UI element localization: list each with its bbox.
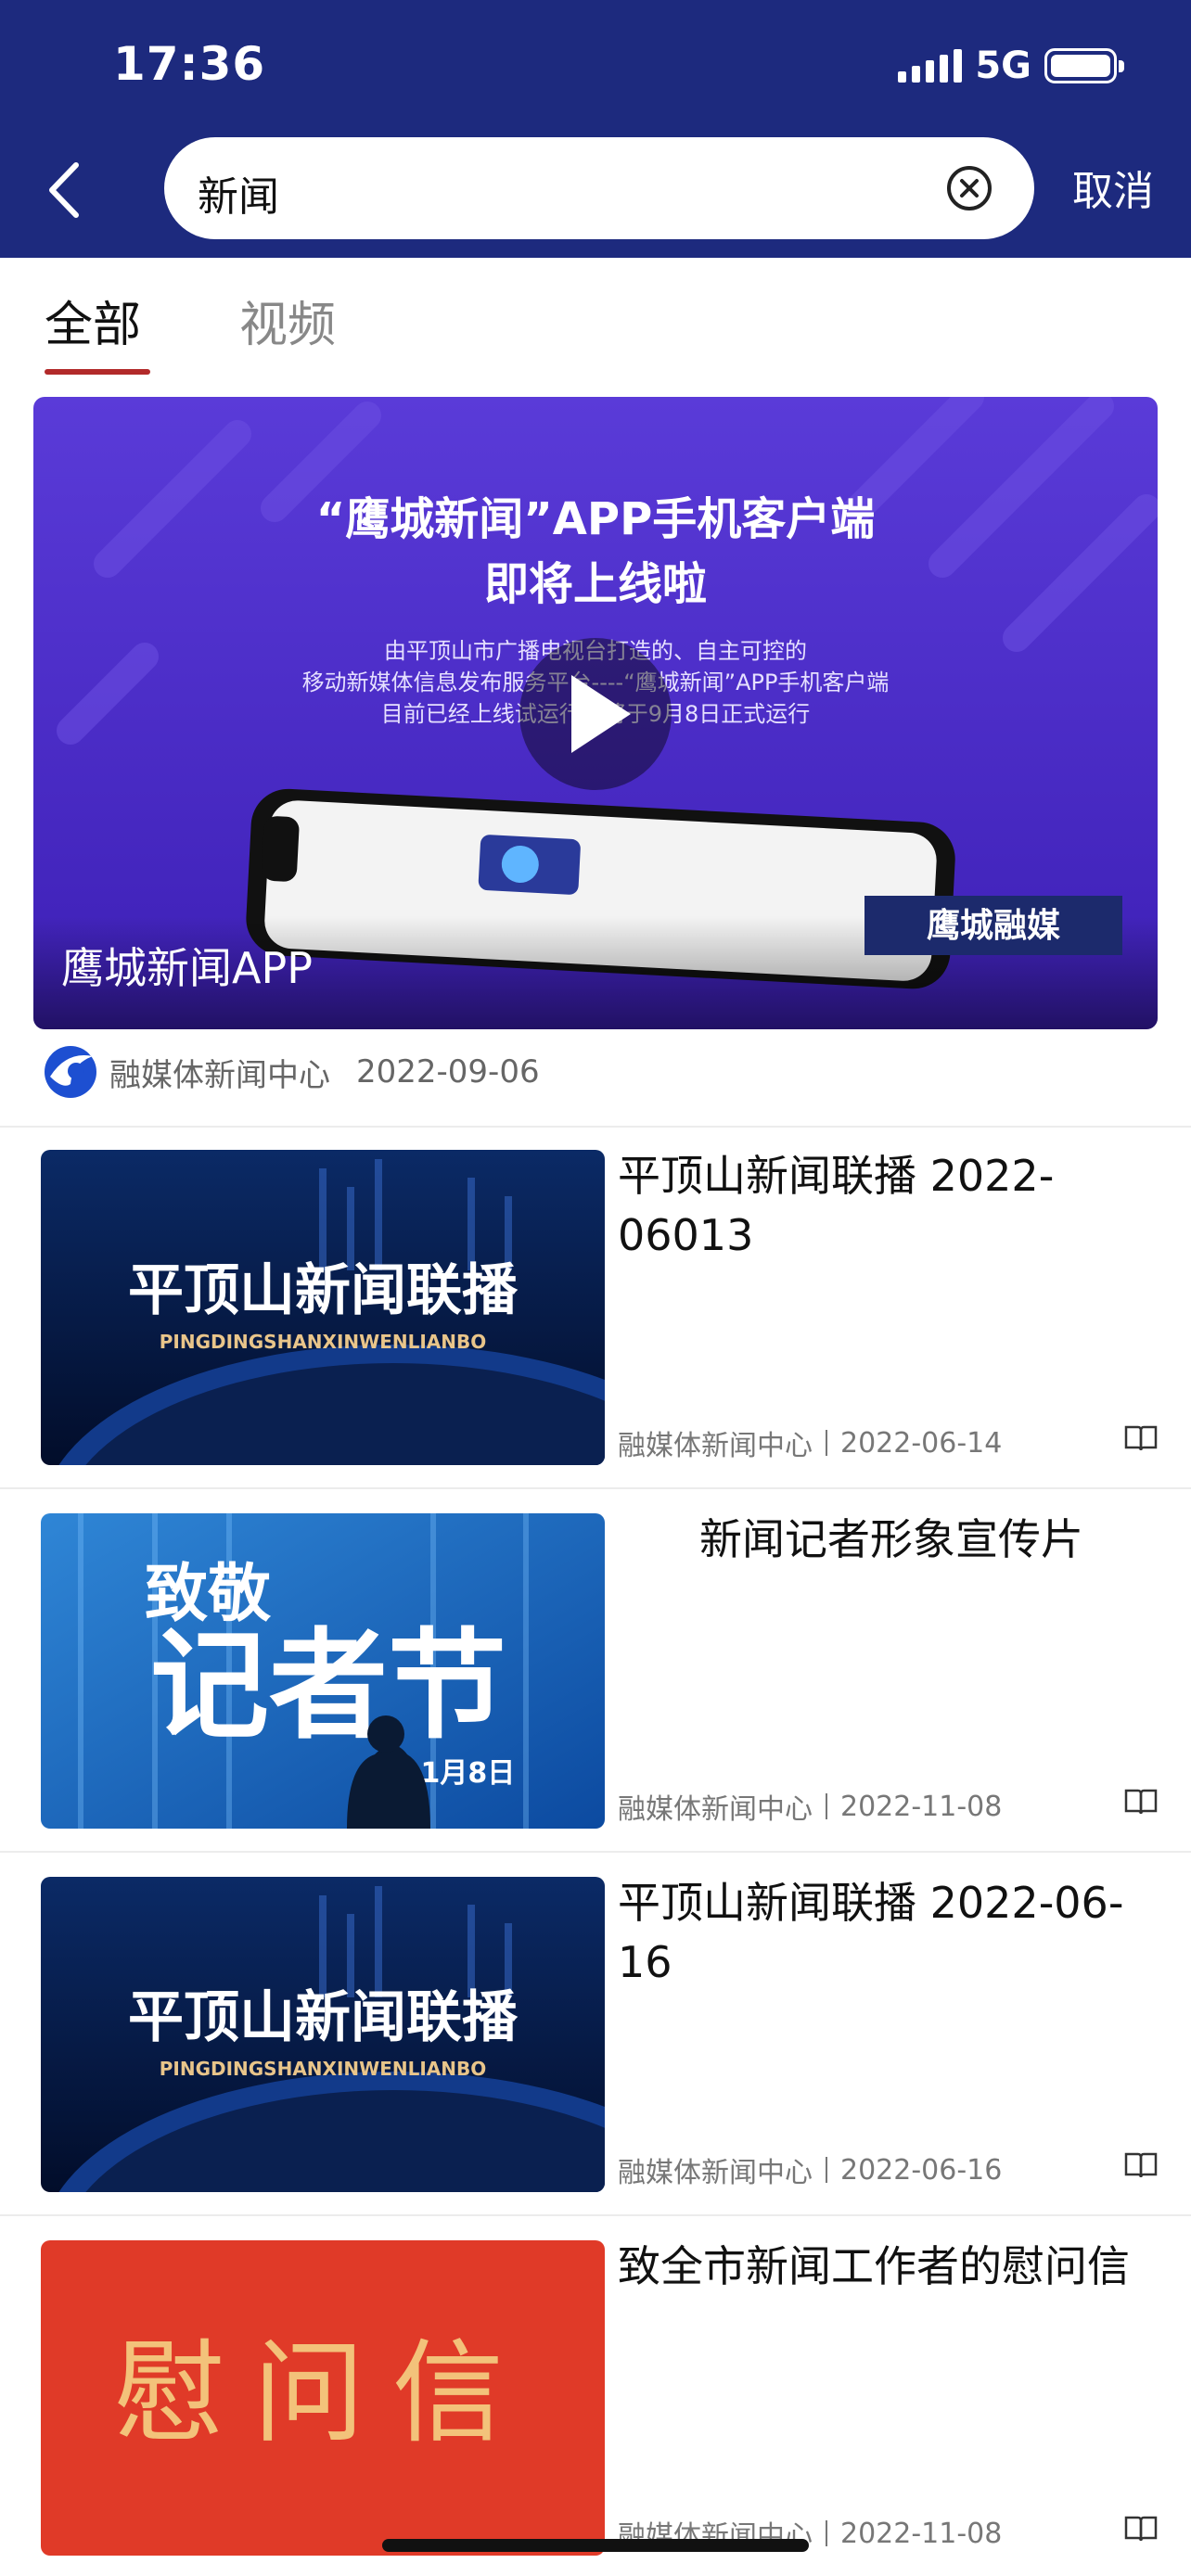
item-meta: 融媒体新闻中心 2022-06-14 — [618, 1422, 1002, 1463]
thumb-title: 平顶山新闻联播 — [128, 1258, 519, 1323]
status-indicators: 5G — [898, 45, 1124, 87]
featured-source: 融媒体新闻中心 — [109, 1056, 330, 1094]
book-icon[interactable] — [1124, 1788, 1158, 1816]
list-item[interactable]: 致敬 记者节 11月8日 新闻记者形象宣传片 融媒体新闻中心 2022-11-08 — [0, 1489, 1191, 1851]
item-thumbnail[interactable]: 慰问信 — [41, 2240, 605, 2556]
item-date: 2022-06-16 — [840, 2153, 1003, 2187]
tab-bar: 全部 视频 — [0, 258, 1191, 388]
item-date: 2022-06-14 — [840, 1426, 1003, 1460]
item-date: 2022-11-08 — [840, 1790, 1003, 1823]
item-meta: 融媒体新闻中心 2022-11-08 — [618, 1786, 1002, 1827]
list-item[interactable]: 慰问信 致全市新闻工作者的慰问信 融媒体新闻中心 2022-11-08 — [0, 2216, 1191, 2576]
item-thumbnail[interactable]: 平顶山新闻联播 PINGDINGSHANXINWENLIANBO — [41, 1877, 605, 2192]
book-icon[interactable] — [1124, 2515, 1158, 2543]
featured-video-meta: 融媒体新闻中心 2022-09-06 — [39, 1042, 540, 1102]
poster-headline-2: 即将上线啦 — [484, 558, 707, 610]
top-header: 17:36 5G 新闻 取消 — [0, 0, 1191, 258]
search-input[interactable]: 新闻 — [164, 137, 1034, 239]
thumb-title: 平顶山新闻联播 — [128, 1985, 519, 2050]
list-item[interactable]: 平顶山新闻联播 PINGDINGSHANXINWENLIANBO 平顶山新闻联播… — [0, 1853, 1191, 2214]
featured-video[interactable]: “鹰城新闻”APP手机客户端 即将上线啦 由平顶山市广播电视台打造的、自主可控的… — [33, 397, 1158, 1029]
item-date: 2022-11-08 — [840, 2517, 1003, 2550]
featured-video-title[interactable]: 鹰城新闻APP — [61, 935, 313, 996]
item-title[interactable]: 新闻记者形象宣传片 — [618, 1510, 1165, 1569]
item-thumbnail[interactable]: 平顶山新闻联播 PINGDINGSHANXINWENLIANBO — [41, 1150, 605, 1465]
item-title[interactable]: 平顶山新闻联播 2022-06013 — [618, 1146, 1165, 1265]
thumb-text-2: 记者节 — [150, 1617, 506, 1755]
back-button[interactable] — [35, 158, 91, 223]
poster-headline-1: “鹰城新闻”APP手机客户端 — [316, 493, 876, 545]
item-title[interactable]: 致全市新闻工作者的慰问信 — [618, 2237, 1165, 2296]
item-thumbnail[interactable]: 致敬 记者节 11月8日 — [41, 1513, 605, 1829]
item-title[interactable]: 平顶山新闻联播 2022-06-16 — [618, 1873, 1165, 1992]
signal-icon — [898, 49, 963, 83]
item-source: 融媒体新闻中心 — [618, 1430, 813, 1462]
status-time: 17:36 — [113, 37, 266, 91]
home-indicator[interactable] — [382, 2539, 809, 2552]
item-source: 融媒体新闻中心 — [618, 1793, 813, 1826]
featured-date: 2022-09-06 — [356, 1053, 540, 1090]
thumb-subtitle: PINGDINGSHANXINWENLIANBO — [160, 2058, 487, 2080]
cancel-button[interactable]: 取消 — [1072, 158, 1154, 217]
poster-badge: 鹰城融媒 — [927, 907, 1061, 945]
source-logo-icon — [45, 1046, 96, 1098]
tab-all[interactable]: 全部 — [45, 286, 141, 355]
active-tab-indicator — [45, 369, 150, 375]
list-item[interactable]: 平顶山新闻联播 PINGDINGSHANXINWENLIANBO 平顶山新闻联播… — [0, 1126, 1191, 1487]
clear-icon — [947, 166, 992, 210]
play-icon[interactable] — [519, 638, 672, 790]
clear-search-button[interactable] — [945, 164, 993, 212]
book-icon[interactable] — [1124, 2151, 1158, 2179]
tab-video[interactable]: 视频 — [239, 286, 336, 355]
thumb-subtitle: PINGDINGSHANXINWENLIANBO — [160, 1331, 487, 1353]
network-type: 5G — [975, 45, 1031, 87]
item-source: 融媒体新闻中心 — [618, 2157, 813, 2189]
search-query[interactable]: 新闻 — [198, 163, 279, 223]
item-meta: 融媒体新闻中心 2022-06-16 — [618, 2149, 1002, 2190]
battery-icon — [1044, 48, 1124, 83]
chevron-left-icon — [49, 162, 79, 218]
thumb-title: 慰问信 — [114, 2329, 531, 2458]
book-icon[interactable] — [1124, 1424, 1158, 1452]
